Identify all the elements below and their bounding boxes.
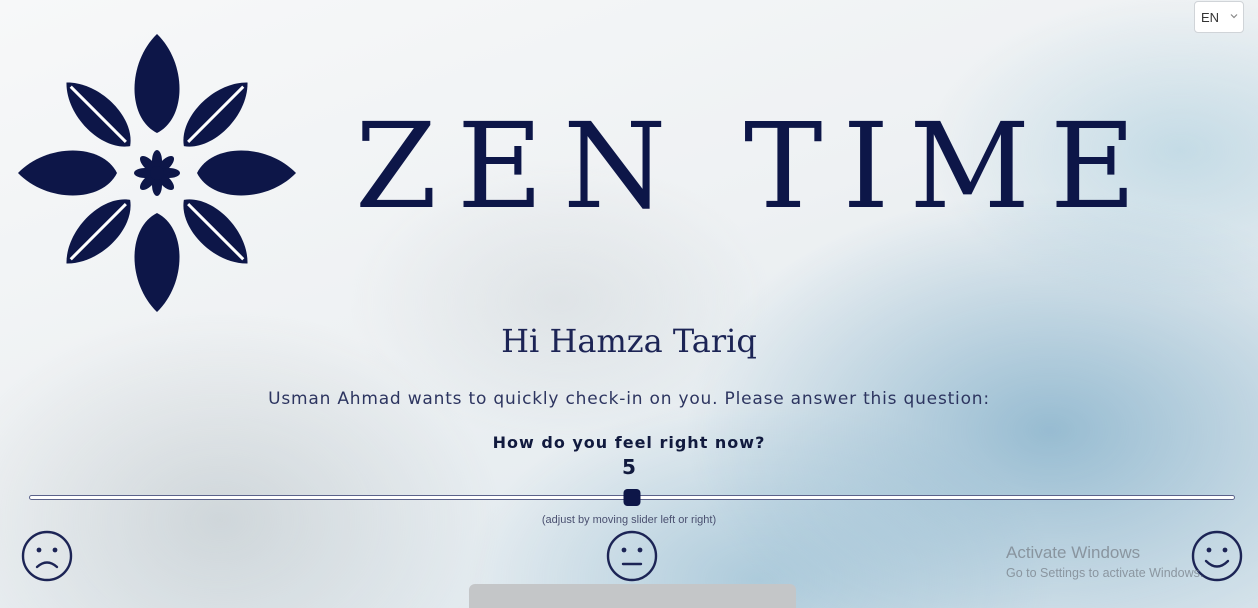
watermark-title: Activate Windows xyxy=(1006,543,1141,562)
slider-value: 5 xyxy=(622,455,636,479)
checkin-intro-text: Usman Ahmad wants to quickly check-in on… xyxy=(268,389,990,409)
mood-question: How do you feel right now? xyxy=(492,433,766,452)
language-select-value: EN xyxy=(1201,9,1220,25)
mood-slider[interactable] xyxy=(29,488,1235,508)
greeting-heading: Hi Hamza Tariq xyxy=(501,322,757,360)
slider-hint: (adjust by moving slider left or right) xyxy=(541,514,717,526)
language-select[interactable]: EN xyxy=(1194,1,1244,33)
sad-face-button[interactable] xyxy=(21,530,73,582)
submit-button[interactable] xyxy=(469,584,796,608)
lotus-flower-icon xyxy=(18,34,296,312)
neutral-face-icon xyxy=(606,530,658,582)
activate-windows-watermark: Activate Windows Go to Settings to activ… xyxy=(1006,543,1203,583)
sad-face-icon xyxy=(21,530,73,582)
slider-thumb[interactable] xyxy=(623,489,641,506)
chevron-down-icon xyxy=(1230,14,1238,19)
watermark-subtitle: Go to Settings to activate Windows. xyxy=(1006,566,1204,580)
brand-name: ZEN TIME xyxy=(355,97,1157,235)
neutral-face-button[interactable] xyxy=(606,530,658,582)
